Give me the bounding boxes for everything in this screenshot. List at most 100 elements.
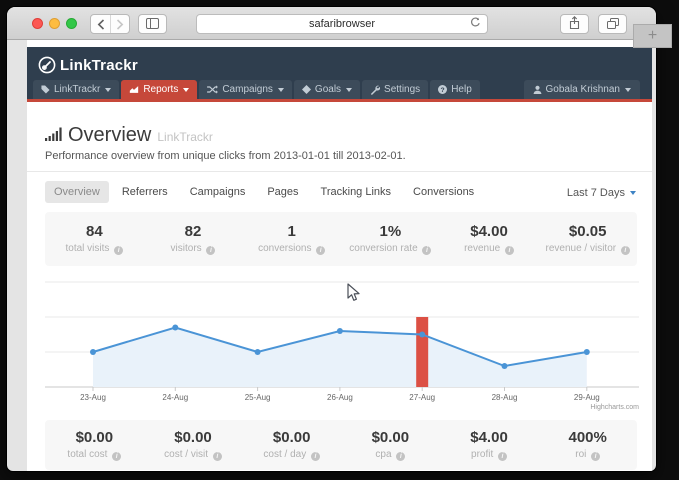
chart-point[interactable]: [584, 349, 590, 355]
page-title: Overview: [68, 124, 151, 147]
nav-item-help[interactable]: ?Help: [430, 80, 480, 99]
x-axis-label: 28-Aug: [492, 393, 518, 402]
nav-item-label: Reports: [143, 84, 178, 95]
stat-visitors: 82 visitors i: [144, 223, 243, 255]
date-range-dropdown[interactable]: Last 7 Days: [567, 187, 636, 199]
page-header: Overview LinkTrackr: [45, 124, 213, 147]
stat-label: roi i: [538, 449, 637, 461]
reload-icon[interactable]: [470, 17, 481, 31]
info-icon[interactable]: i: [112, 452, 121, 461]
info-icon[interactable]: i: [621, 246, 630, 255]
stats-panel-bottom: $0.00total cost i$0.00cost / visit i$0.0…: [45, 420, 637, 470]
stat-value: 82: [144, 223, 243, 240]
show-tabs-button[interactable]: [598, 14, 627, 34]
info-icon[interactable]: i: [422, 246, 431, 255]
page-subtitle: Performance overview from unique clicks …: [45, 150, 406, 162]
chart-credit[interactable]: Highcharts.com: [590, 404, 639, 411]
stat-cost-day: $0.00cost / day i: [242, 429, 341, 461]
info-icon[interactable]: i: [114, 246, 123, 255]
stat-value: $0.00: [242, 429, 341, 446]
stat-value: 400%: [538, 429, 637, 446]
stat-label: conversion rate i: [341, 243, 440, 255]
stat-label: cpa i: [341, 449, 440, 461]
tab-campaigns[interactable]: Campaigns: [181, 181, 255, 203]
tab-conversions[interactable]: Conversions: [404, 181, 483, 203]
x-axis-label: 29-Aug: [574, 393, 600, 402]
webpage-viewport: LinkTrackr LinkTrackr Reports Campaigns Goa…: [27, 40, 652, 471]
new-tab-label: +: [648, 27, 657, 45]
chart-point[interactable]: [502, 363, 508, 369]
address-bar[interactable]: safaribrowser: [196, 14, 488, 34]
diamond-icon: [302, 85, 311, 94]
chart-point[interactable]: [419, 332, 425, 338]
tab-overview[interactable]: Overview: [45, 181, 109, 203]
tab-tracking-links[interactable]: Tracking Links: [312, 181, 401, 203]
minimize-button[interactable]: [49, 18, 60, 29]
shuffle-icon: [207, 85, 218, 94]
caret-down-icon: [105, 88, 111, 92]
stat-label: total cost i: [45, 449, 144, 461]
browser-titlebar: safaribrowser: [7, 7, 656, 40]
chart-point[interactable]: [172, 325, 178, 331]
nav-item-campaigns[interactable]: Campaigns: [199, 80, 292, 99]
stat-value: 1%: [341, 223, 440, 240]
nav-item-label: Campaigns: [222, 84, 273, 95]
stat-value: $0.00: [144, 429, 243, 446]
stat-label: profit i: [440, 449, 539, 461]
info-icon[interactable]: i: [591, 452, 600, 461]
x-axis-label: 26-Aug: [327, 393, 353, 402]
chart-svg: 23-Aug24-Aug25-Aug26-Aug27-Aug28-Aug29-A…: [45, 272, 639, 412]
info-icon[interactable]: i: [316, 246, 325, 255]
stat-revenue-visitor: $0.05revenue / visitor i: [538, 223, 637, 255]
caret-down-icon: [183, 88, 189, 92]
caret-down-icon: [630, 191, 636, 195]
nav-item-label: Settings: [384, 84, 420, 95]
stat-value: 1: [242, 223, 341, 240]
x-axis-label: 25-Aug: [245, 393, 271, 402]
caret-down-icon: [278, 88, 284, 92]
nav-item-linktrackr[interactable]: LinkTrackr: [33, 80, 119, 99]
chart-area-fill: [93, 328, 587, 388]
info-icon[interactable]: i: [311, 452, 320, 461]
browser-window: safaribrowser LinkTrackr LinkTrackr Repor…: [7, 7, 656, 471]
info-icon[interactable]: i: [213, 452, 222, 461]
tab-referrers[interactable]: Referrers: [113, 181, 177, 203]
sidebar-toggle-button[interactable]: [138, 14, 167, 34]
stats-panel-top: 84total visits i82visitors i1conversions…: [45, 212, 637, 266]
user-icon: [533, 85, 542, 94]
x-axis-label: 27-Aug: [409, 393, 435, 402]
chart-point[interactable]: [255, 349, 261, 355]
sidebar-icon: [146, 17, 159, 32]
share-button[interactable]: [560, 14, 589, 34]
stat-revenue: $4.00revenue i: [440, 223, 539, 255]
stat-value: $0.00: [45, 429, 144, 446]
url-text: safaribrowser: [309, 18, 375, 30]
new-tab-button[interactable]: +: [633, 24, 672, 48]
caret-down-icon: [625, 88, 631, 92]
info-icon[interactable]: i: [498, 452, 507, 461]
forward-icon[interactable]: [110, 15, 129, 33]
info-icon[interactable]: i: [396, 452, 405, 461]
stat-cpa: $0.00cpa i: [341, 429, 440, 461]
info-icon[interactable]: i: [206, 246, 215, 255]
stat-label: visitors i: [144, 243, 243, 255]
conversion-bar[interactable]: [416, 317, 428, 387]
desktop-background: safaribrowser LinkTrackr LinkTrackr Repor…: [0, 0, 679, 480]
nav-item-reports[interactable]: Reports: [121, 80, 197, 99]
zoom-button[interactable]: [66, 18, 77, 29]
logo-text: LinkTrackr: [60, 57, 138, 74]
visits-chart[interactable]: 23-Aug24-Aug25-Aug26-Aug27-Aug28-Aug29-A…: [45, 272, 639, 412]
back-icon[interactable]: [91, 15, 110, 33]
chart-point[interactable]: [90, 349, 96, 355]
tab-pages[interactable]: Pages: [258, 181, 307, 203]
chart-point[interactable]: [337, 328, 343, 334]
app-logo[interactable]: LinkTrackr: [38, 56, 138, 74]
caret-down-icon: [346, 88, 352, 92]
close-button[interactable]: [32, 18, 43, 29]
stat-conversion-rate: 1% conversion rate i: [341, 223, 440, 255]
main-menu: LinkTrackr Reports Campaigns Goals Settings?…: [33, 80, 480, 99]
user-menu-button[interactable]: Gobala Krishnan: [524, 80, 641, 99]
nav-item-goals[interactable]: Goals: [294, 80, 360, 99]
info-icon[interactable]: i: [505, 246, 514, 255]
nav-item-settings[interactable]: Settings: [362, 80, 428, 99]
